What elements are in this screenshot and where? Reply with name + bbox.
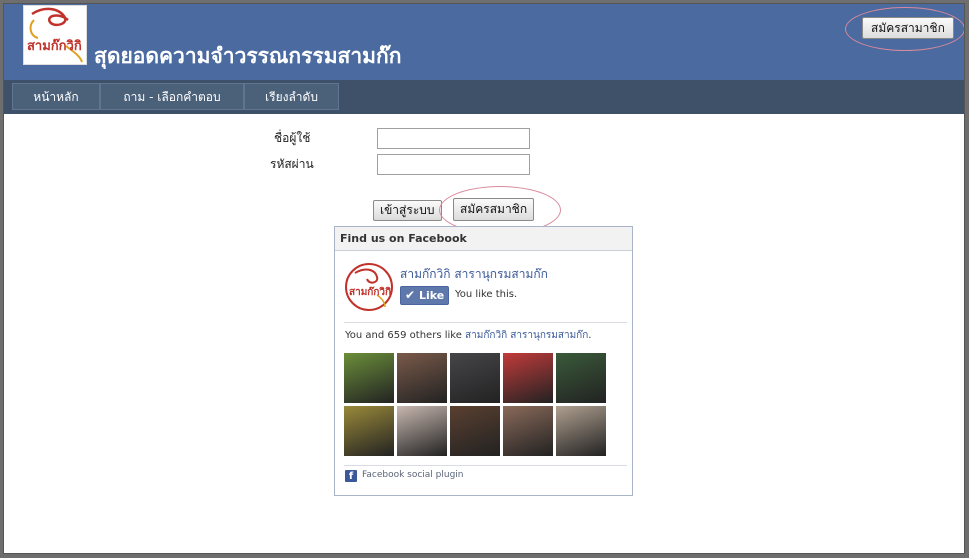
svg-text:สามก๊กวิกิ: สามก๊กวิกิ	[349, 286, 391, 298]
like-button-label: Like	[419, 289, 445, 302]
likes-summary-prefix: You and 659 others like	[345, 330, 466, 341]
fan-avatar[interactable]	[397, 406, 447, 456]
divider	[344, 322, 627, 323]
facebook-plugin-label[interactable]: Facebook social plugin	[362, 470, 464, 480]
facebook-page-name-link[interactable]: สามก๊กวิกิ สารานุกรมสามก๊ก	[400, 265, 548, 284]
login-button[interactable]: เข้าสู่ระบบ	[373, 200, 442, 221]
fan-avatar[interactable]	[503, 406, 553, 456]
dragon-logo-icon: สามก๊กวิกิ	[349, 268, 391, 308]
facebook-page-avatar[interactable]: สามก๊กวิกิ	[345, 263, 393, 311]
likes-summary: You and 659 others like สามก๊กวิกิ สาราน…	[345, 328, 591, 343]
password-label: รหัสผ่าน	[270, 157, 314, 171]
nav-item-quiz[interactable]: ถาม - เลือกคำตอบ	[100, 83, 244, 110]
you-like-text: You like this.	[455, 289, 518, 300]
nav-item-label: หน้าหลัก	[33, 90, 79, 104]
dragon-logo-icon: สามก๊กวิกิ	[27, 7, 83, 63]
fan-avatar[interactable]	[344, 406, 394, 456]
fan-avatar[interactable]	[344, 353, 394, 403]
nav-item-label: ถาม - เลือกคำตอบ	[123, 90, 221, 104]
fan-avatar[interactable]	[450, 353, 500, 403]
site-logo[interactable]: สามก๊กวิกิ	[23, 5, 87, 65]
fan-avatar[interactable]	[556, 406, 606, 456]
fan-avatar[interactable]	[556, 353, 606, 403]
facebook-box-heading: Find us on Facebook	[335, 227, 632, 251]
site-header: สามก๊กวิกิ สุดยอดความจำวรรณกรรมสามก๊ก สม…	[4, 4, 964, 80]
facebook-like-button[interactable]: ✔ Like	[400, 286, 449, 305]
facebook-plugin-footer: f Facebook social plugin	[345, 470, 464, 482]
header-register-button[interactable]: สมัครสามาชิก	[862, 17, 954, 39]
register-button[interactable]: สมัครสมาชิก	[453, 198, 535, 221]
svg-text:สามก๊กวิกิ: สามก๊กวิกิ	[27, 39, 82, 54]
likes-summary-suffix: .	[588, 330, 592, 341]
nav-item-ranking[interactable]: เรียงลำดับ	[244, 83, 339, 110]
fan-avatar[interactable]	[450, 406, 500, 456]
divider	[344, 465, 627, 466]
username-input[interactable]	[377, 128, 530, 149]
username-label: ชื่อผู้ใช้	[274, 131, 311, 145]
checkmark-icon: ✔	[405, 288, 416, 302]
facebook-like-box: Find us on Facebook สามก๊กวิกิ สามก๊กวิก…	[334, 226, 633, 496]
site-title: สุดยอดความจำวรรณกรรมสามก๊ก	[94, 44, 402, 68]
nav-item-label: เรียงลำดับ	[265, 90, 318, 104]
password-input[interactable]	[377, 154, 530, 175]
fan-avatar[interactable]	[503, 353, 553, 403]
facebook-icon: f	[345, 470, 357, 482]
browser-page: สามก๊กวิกิ สุดยอดความจำวรรณกรรมสามก๊ก สม…	[3, 3, 965, 554]
nav-item-home[interactable]: หน้าหลัก	[12, 83, 100, 110]
facebook-page-link[interactable]: สามก๊กวิกิ สารานุกรมสามก๊ก	[465, 330, 588, 341]
fan-avatar[interactable]	[397, 353, 447, 403]
main-nav: หน้าหลัก ถาม - เลือกคำตอบ เรียงลำดับ	[4, 80, 964, 114]
